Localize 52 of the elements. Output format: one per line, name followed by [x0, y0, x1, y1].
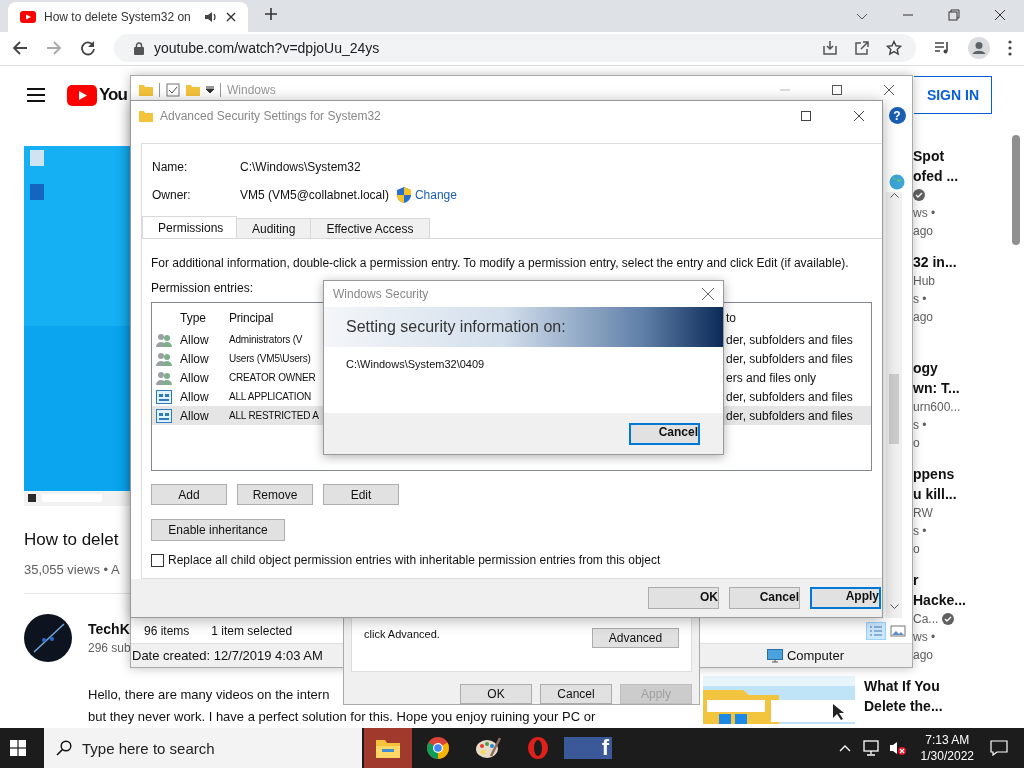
table-cell-text: Allow: [180, 408, 210, 423]
field-label: Name:: [152, 160, 189, 174]
table-cell-text: der, subfolders and files: [726, 408, 854, 423]
subscriber-count: 296 sub: [88, 641, 131, 655]
table-cell-text: Allow: [180, 332, 210, 347]
owner-name: VM5 (VM5@collabnet.local): [240, 188, 389, 202]
channel-name: RW: [913, 505, 933, 522]
table-cell-text: Users (VM5\Users): [229, 353, 312, 364]
video-meta: o: [913, 435, 921, 452]
video-meta: o: [913, 541, 921, 558]
selection-count: 1 item selected: [211, 623, 293, 638]
table-cell-text: Allow: [180, 351, 210, 366]
video-meta: ws •: [913, 629, 937, 646]
channel-name: Hub: [913, 273, 935, 290]
location-label: Computer: [786, 648, 844, 663]
table-cell-text: der, subfolders and files: [726, 351, 854, 366]
window-title: Windows Security: [333, 287, 429, 301]
window-title: Windows: [227, 83, 276, 97]
table-cell-text: Administrators (V: [229, 334, 304, 345]
table-cell-text: ers and files only: [726, 370, 818, 385]
view-count: 35,055 views • A: [24, 562, 120, 577]
description-line: but they never work. I have a perfect solution for this. Hope you enjoy ruining your PC or: [87, 708, 596, 726]
video-meta: ago: [913, 223, 935, 240]
social-logo-icon: f: [564, 737, 612, 759]
table-cell-text: Allow: [180, 389, 210, 404]
video-meta: ago: [913, 309, 935, 326]
dialog-heading: Setting security information on:: [346, 318, 566, 336]
video-meta: s •: [913, 523, 928, 540]
field-label: Owner:: [152, 188, 192, 202]
table-cell-text: ALL RESTRICTED A: [229, 410, 320, 421]
table-cell-text: der, subfolders and files: [726, 389, 854, 404]
channel-name: Ca...: [913, 611, 939, 628]
file-path: C:\Windows\System32\0409: [346, 358, 485, 370]
table-cell-text: Allow: [180, 370, 210, 385]
video-meta: s •: [913, 291, 928, 308]
date-created: Date created: 12/7/2019 4:03 AM: [132, 648, 323, 663]
description-line: Hello, there are many videos on the intern: [87, 686, 330, 704]
advanced-hint: click Advanced.: [364, 628, 440, 640]
video-meta: ago: [913, 647, 935, 664]
list-label: Permission entries:: [151, 281, 254, 295]
table-cell-text: CREATOR OWNER: [229, 372, 317, 383]
channel-name: urn600...: [913, 399, 961, 416]
window-title: Advanced Security Settings for System32: [160, 109, 381, 123]
table-cell-text: ALL APPLICATION: [229, 391, 313, 402]
video-meta: ws •: [913, 205, 937, 222]
video-title: How to delet: [24, 529, 119, 551]
item-count: 96 items: [144, 623, 190, 638]
table-cell-text: der, subfolders and files: [726, 332, 854, 347]
video-meta: s •: [913, 417, 928, 434]
object-name: C:\Windows\System32: [240, 160, 361, 174]
instructions-text: For additional information, double-click a permission entry. To modify a permission entry, select the entry and click Edit (if available).: [151, 256, 850, 270]
tab-title: How to delete System32 on: [44, 9, 192, 24]
